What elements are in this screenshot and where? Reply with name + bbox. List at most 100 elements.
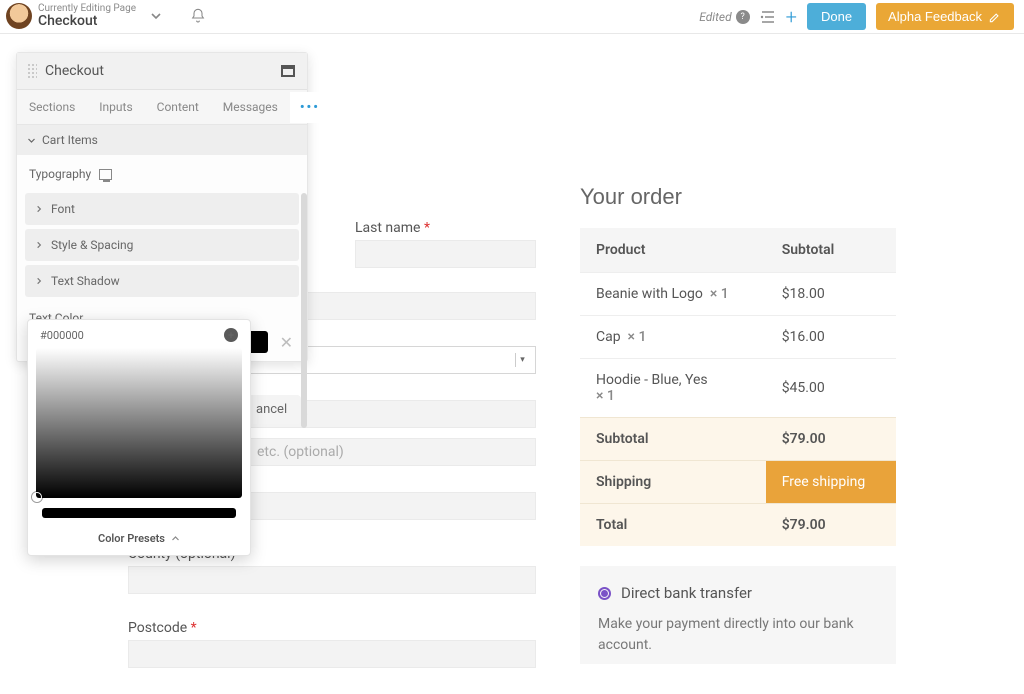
field-postcode: Postcode * [128,620,536,668]
table-row: Cap × 1 $16.00 [580,316,896,359]
picker-hex-row: #000000 + [36,328,242,348]
postcode-label: Postcode * [128,620,536,636]
cancel-button-peek[interactable]: ancel [250,395,301,424]
picker-cursor-icon[interactable] [32,492,42,502]
dropdown-icon: ▾ [515,353,529,367]
topbar: Currently Editing Page Checkout Edited ?… [0,0,1024,34]
total-label: Total [580,504,766,547]
item-price: $16.00 [766,316,896,359]
presets-label: Color Presets [98,532,165,545]
item-qty: × 1 [628,329,647,345]
item-name: Beanie with Logo [596,286,703,302]
scrollbar[interactable] [301,193,307,428]
topbar-right: Edited ? + Done Alpha Feedback [699,3,1014,30]
page-title: Checkout [38,14,136,29]
county-input[interactable] [128,566,536,594]
item-price: $18.00 [766,273,896,316]
item-qty: × 1 [596,388,615,404]
row-total: Total $79.00 [580,504,896,547]
row-font-label: Font [51,202,75,216]
field-last-name: Last name * [355,220,536,268]
responsive-icon[interactable] [99,169,112,180]
topbar-left: Currently Editing Page Checkout [6,3,206,29]
drag-handle-icon[interactable] [27,63,37,79]
chevron-right-icon [35,205,43,213]
row-shadow-label: Text Shadow [51,274,120,288]
table-row: Beanie with Logo × 1 $18.00 [580,273,896,316]
last-name-label: Last name * [355,220,536,236]
shipping-label: Shipping [580,461,766,504]
tab-sections[interactable]: Sections [17,90,87,124]
panel-title: Checkout [45,63,104,79]
order-heading: Your order [580,184,896,210]
chevron-down-icon [27,136,36,145]
settings-panel: Checkout Sections Inputs Content Message… [16,52,308,362]
edited-label: Edited [699,10,731,24]
alpha-feedback-label: Alpha Feedback [888,9,982,24]
tab-inputs[interactable]: Inputs [87,90,144,124]
picker-hex-value[interactable]: #000000 [40,329,84,342]
apt-placeholder: etc. (optional) [257,444,344,460]
help-icon[interactable]: ? [736,10,750,24]
add-preset-icon[interactable]: + [224,328,238,342]
chevron-right-icon [35,241,43,249]
typography-heading: Typography [17,155,307,189]
page-caret-icon[interactable] [150,10,162,22]
row-style-label: Style & Spacing [51,238,133,252]
tab-content[interactable]: Content [145,90,211,124]
subtotal-value: $79.00 [766,418,896,461]
order-table: Product Subtotal Beanie with Logo × 1 $1… [580,228,896,546]
subtotal-label: Subtotal [580,418,766,461]
payment-option-bank[interactable]: Direct bank transfer [598,584,878,602]
row-subtotal: Subtotal $79.00 [580,418,896,461]
notifications-icon[interactable] [190,8,206,24]
total-value: $79.00 [766,504,896,547]
page-title-block[interactable]: Currently Editing Page Checkout [38,3,136,29]
shipping-value: Free shipping [766,461,896,504]
typography-label: Typography [29,167,91,181]
hue-slider[interactable] [42,508,236,518]
row-font[interactable]: Font [25,193,299,225]
alpha-feedback-button[interactable]: Alpha Feedback [876,3,1014,30]
saturation-gradient[interactable] [36,348,242,498]
order-summary: Your order Product Subtotal Beanie with … [580,184,896,664]
payment-box: Direct bank transfer Make your payment d… [580,566,896,664]
tab-more-icon[interactable]: ••• [290,92,330,123]
item-name: Hoodie - Blue, Yes [596,372,708,388]
row-shipping: Shipping Free shipping [580,461,896,504]
subsection-label: Cart Items [42,133,98,147]
postcode-input[interactable] [128,640,536,668]
postcode-text: Postcode [128,620,187,636]
done-button[interactable]: Done [807,3,866,30]
row-text-shadow[interactable]: Text Shadow [25,265,299,297]
add-button[interactable]: + [786,5,797,29]
last-name-text: Last name [355,220,420,236]
window-icon[interactable] [281,65,295,77]
app-logo [6,3,32,29]
edited-status: Edited ? [699,10,749,24]
panel-tabs: Sections Inputs Content Messages ••• [17,90,307,125]
edit-icon [988,10,1002,24]
color-picker: #000000 + Color Presets [27,319,251,556]
subsection-cart-items[interactable]: Cart Items [17,125,307,155]
outline-icon[interactable] [760,10,776,24]
panel-header[interactable]: Checkout [17,53,307,90]
table-row: Hoodie - Blue, Yes× 1 $45.00 [580,359,896,418]
payment-option-label: Direct bank transfer [621,584,752,602]
payment-note: Make your payment directly into our bank… [598,614,878,656]
tab-messages[interactable]: Messages [211,90,290,124]
last-name-input[interactable] [355,240,536,268]
th-subtotal: Subtotal [766,228,896,273]
item-price: $45.00 [766,359,896,418]
chevron-up-icon [171,534,180,543]
item-qty: × 1 [710,286,729,302]
row-style-spacing[interactable]: Style & Spacing [25,229,299,261]
item-name: Cap [596,329,621,345]
chevron-right-icon [35,277,43,285]
required-marker: * [424,220,430,236]
th-product: Product [580,228,766,273]
color-presets-toggle[interactable]: Color Presets [36,524,242,551]
required-marker: * [191,620,197,636]
radio-selected-icon[interactable] [598,587,611,600]
clear-color-icon[interactable]: ✕ [276,333,297,352]
